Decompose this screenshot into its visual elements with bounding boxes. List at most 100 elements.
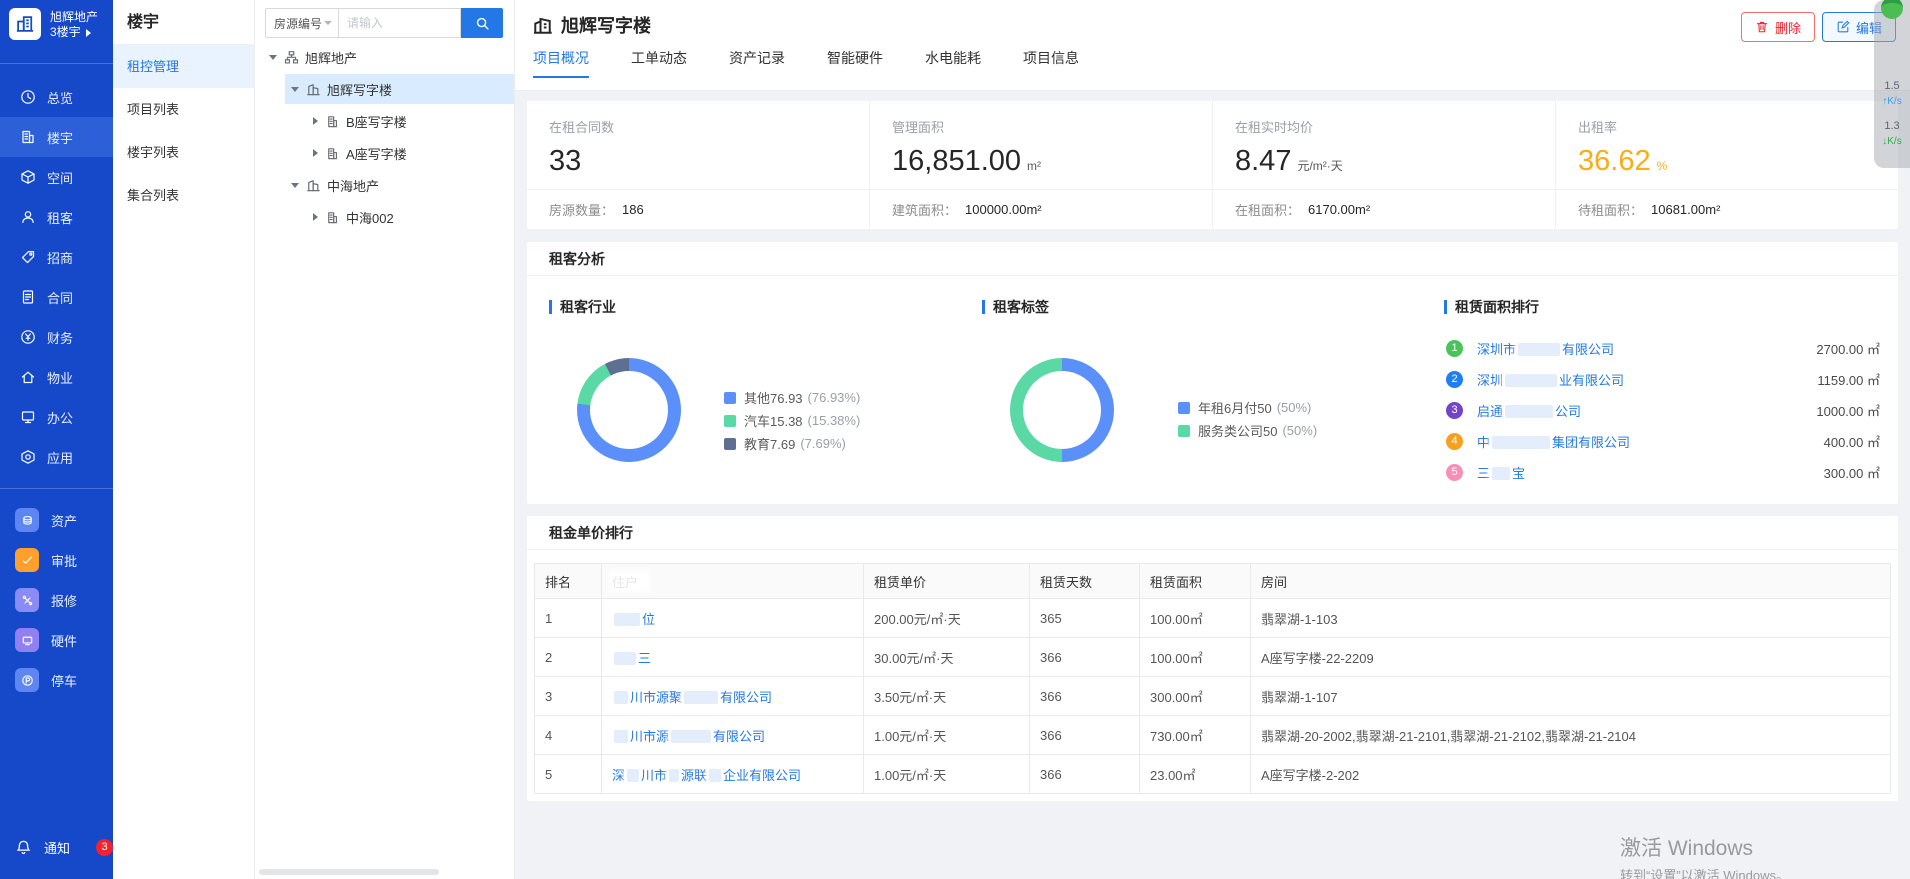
table-row: 2三30.00元/㎡·天366100.00㎡A座写字楼-22-2209: [535, 638, 1891, 677]
tenant-tags-section: 租客标签年租6月付50(50%)服务类公司50(50%): [982, 297, 1422, 317]
sidebar-item-property[interactable]: 物业: [0, 357, 113, 397]
legend-swatch: [724, 438, 736, 450]
sidebar-item-finance[interactable]: 财务: [0, 317, 113, 357]
legend-item[interactable]: 服务类公司50(50%): [1178, 419, 1317, 442]
tenant-cell: 川市源聚有限公司: [602, 677, 864, 716]
accelerator-ball-icon[interactable]: [1881, 0, 1903, 19]
sidebar-app-asset[interactable]: 资产: [0, 500, 113, 540]
delete-button[interactable]: 删除: [1741, 12, 1815, 42]
sidebar-app-repair[interactable]: 报修: [0, 580, 113, 620]
tenant-link[interactable]: 位: [612, 612, 655, 627]
approve-tile: [15, 548, 39, 572]
ranking-row: 1深圳市有限公司2700.00 ㎡: [1444, 335, 1888, 361]
sidebar-app-label: 审批: [51, 551, 77, 570]
project-header: 旭辉写字楼 项目概况工单动态资产记录智能硬件水电能耗项目信息 删除 编辑: [515, 0, 1910, 91]
tree-switcher-icon[interactable]: [269, 55, 277, 60]
rank-badge: 4: [1446, 433, 1463, 450]
property-icon: [20, 369, 36, 385]
chevron-down-icon: [324, 21, 332, 25]
legend-item[interactable]: 年租6月付50(50%): [1178, 396, 1317, 419]
repair-icon: [21, 594, 34, 607]
rank-badge: 3: [1446, 402, 1463, 419]
tree-switcher-icon[interactable]: [313, 149, 318, 157]
org-expand-icon[interactable]: [86, 29, 91, 37]
sidebar-app-hardware[interactable]: 硬件: [0, 620, 113, 660]
sidebar-item-invest[interactable]: 招商: [0, 237, 113, 277]
sidebar-item-label: 物业: [47, 368, 73, 387]
sidebar-item-notifications[interactable]: 通知 3: [0, 831, 113, 863]
tree-node[interactable]: 旭辉地产: [255, 41, 514, 73]
tree-switcher-icon[interactable]: [291, 87, 299, 92]
chart-legend: 年租6月付50(50%)服务类公司50(50%): [1178, 396, 1317, 442]
sidebar-item-building[interactable]: 楼宇: [0, 117, 113, 157]
leased-area-value: 400.00 ㎡: [1824, 432, 1880, 451]
table-row: 5深川市源联企业有限公司1.00元/㎡·天36623.00㎡A座写字楼-2-20…: [535, 755, 1891, 794]
column-header-label: 房间: [1261, 575, 1287, 590]
space-icon: [20, 169, 36, 185]
parking-icon: [21, 674, 34, 687]
sidebar-item-office[interactable]: 办公: [0, 397, 113, 437]
stat-sub-value: 100000.00m²: [965, 202, 1042, 217]
subnav-item[interactable]: 租控管理: [113, 45, 254, 88]
search-button[interactable]: [461, 8, 503, 38]
subnav-item[interactable]: 项目列表: [113, 88, 254, 131]
tree-node[interactable]: 中海地产: [255, 169, 514, 201]
tree-switcher-icon[interactable]: [313, 117, 318, 125]
block-tree-icon: [325, 114, 340, 129]
search-field-select[interactable]: 房源编号: [265, 8, 339, 38]
stat-value-row: 16,851.00m²: [892, 145, 1212, 178]
leased-area-value: 2700.00 ㎡: [1816, 339, 1880, 358]
tree-switcher-icon[interactable]: [291, 183, 299, 188]
tenant-cell: 位: [602, 599, 864, 638]
subnav-item[interactable]: 楼宇列表: [113, 131, 254, 174]
tab-item[interactable]: 水电能耗: [925, 48, 981, 86]
sidebar-item-apps[interactable]: 应用: [0, 437, 113, 477]
org-switcher[interactable]: 旭辉地产 3楼宇: [0, 0, 113, 64]
name-fragment: 有限公司: [713, 729, 765, 744]
rank-cell: 5: [535, 755, 602, 794]
stat-value-row: 8.47元/m²·天: [1235, 145, 1555, 178]
tenant-link[interactable]: 三: [612, 651, 651, 666]
subnav-item[interactable]: 集合列表: [113, 174, 254, 217]
name-fragment: 深: [612, 768, 625, 783]
legend-item[interactable]: 汽车15.38(15.38%): [724, 409, 860, 432]
tree-node[interactable]: 旭辉写字楼: [255, 73, 514, 105]
tenant-link[interactable]: 深圳市有限公司: [1477, 339, 1614, 358]
tab-item[interactable]: 资产记录: [729, 48, 785, 86]
app-root: 旭辉地产 3楼宇 总览楼宇空间租客招商合同财务物业办公应用 资产审批报修硬件停车…: [0, 0, 1910, 879]
sidebar-item-overview[interactable]: 总览: [0, 77, 113, 117]
sidebar-item-tenant[interactable]: 租客: [0, 197, 113, 237]
tree-switcher-icon[interactable]: [313, 213, 318, 221]
tenant-link[interactable]: 启通公司: [1477, 401, 1581, 420]
stat-unit: 元/m²·天: [1297, 157, 1342, 174]
tenant-link[interactable]: 中集团有限公司: [1477, 432, 1630, 451]
tower-tree-icon: [306, 178, 321, 193]
legend-item[interactable]: 教育7.69(7.69%): [724, 432, 860, 455]
legend-item[interactable]: 其他76.93(76.93%): [724, 386, 860, 409]
search-input[interactable]: [339, 8, 461, 38]
tenant-link[interactable]: 深川市源联企业有限公司: [612, 768, 801, 783]
name-fragment: 启通: [1477, 404, 1503, 419]
stat-card: 在租实时均价8.47元/m²·天在租面积：6170.00m²: [1212, 101, 1555, 229]
tenant-link[interactable]: 川市源聚有限公司: [612, 690, 772, 705]
tree-node[interactable]: B座写字楼: [255, 105, 514, 137]
sidebar-item-space[interactable]: 空间: [0, 157, 113, 197]
unit-price-cell: 1.00元/㎡·天: [864, 716, 1030, 755]
tab-item[interactable]: 智能硬件: [827, 48, 883, 86]
net-speed-widget[interactable]: 1.5 ↑K/s 1.3 ↓K/s: [1874, 0, 1910, 168]
tree-node[interactable]: 中海002: [255, 201, 514, 233]
tenant-link[interactable]: 三宝: [1477, 463, 1525, 482]
horizontal-scrollbar[interactable]: [259, 869, 439, 875]
sidebar-item-contract[interactable]: 合同: [0, 277, 113, 317]
tab-item[interactable]: 工单动态: [631, 48, 687, 86]
tab-item[interactable]: 项目信息: [1023, 48, 1079, 86]
tenant-link[interactable]: 深圳业有限公司: [1477, 370, 1624, 389]
tenant-link[interactable]: 川市源有限公司: [612, 729, 765, 744]
tree-node[interactable]: A座写字楼: [255, 137, 514, 169]
sidebar-app-approve[interactable]: 审批: [0, 540, 113, 580]
tab-active[interactable]: 项目概况: [533, 48, 589, 86]
bell-icon: [15, 839, 32, 856]
sidebar-app-parking[interactable]: 停车: [0, 660, 113, 700]
leased-area-value: 1159.00 ㎡: [1817, 370, 1880, 389]
rent-price-title: 租金单价排行: [527, 516, 1898, 550]
